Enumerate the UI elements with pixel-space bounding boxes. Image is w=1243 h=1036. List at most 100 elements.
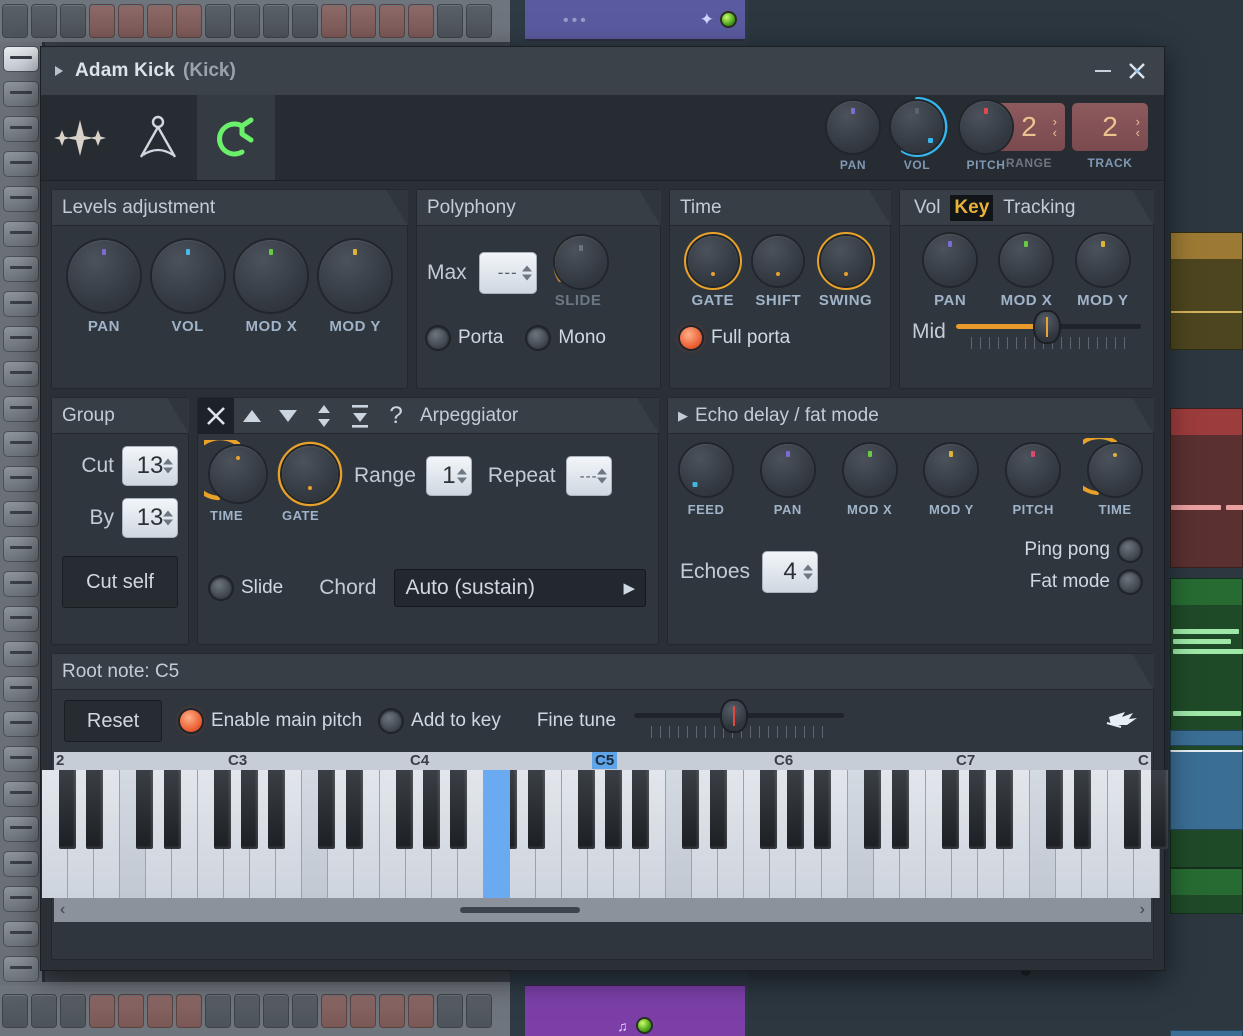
tab-tracking[interactable]: Tracking xyxy=(999,195,1079,221)
cut-group-input[interactable]: 13 xyxy=(122,446,178,486)
channel-button[interactable] xyxy=(3,781,39,807)
piano-black-key[interactable] xyxy=(892,770,910,850)
channel-button[interactable] xyxy=(3,676,39,702)
tracking-modx-knob[interactable] xyxy=(1000,234,1053,286)
step-pad[interactable] xyxy=(321,993,347,1028)
step-pad[interactable] xyxy=(437,993,463,1028)
piano-black-key[interactable] xyxy=(136,770,154,850)
channel-button[interactable] xyxy=(3,571,39,597)
tracking-tabs[interactable]: Vol Key Tracking xyxy=(910,194,1079,221)
ping-pong-option[interactable]: Ping pong xyxy=(1024,539,1141,561)
arpeggiator-mode-icons[interactable]: ? Arpeggiator xyxy=(198,397,518,434)
echoes-input[interactable]: 4 xyxy=(762,551,819,593)
channel-button[interactable] xyxy=(3,711,39,737)
step-pad[interactable] xyxy=(350,4,376,38)
playlist-track-clip[interactable] xyxy=(1170,1030,1243,1036)
cut-by-input[interactable]: 13 xyxy=(122,498,178,538)
enable-main-pitch-radio[interactable] xyxy=(180,710,202,732)
tab-vol[interactable]: Vol xyxy=(910,195,944,221)
tracking-header[interactable]: Vol Key Tracking xyxy=(900,190,1154,226)
piano-black-key[interactable] xyxy=(423,770,441,850)
root-note-key-highlight[interactable] xyxy=(484,770,510,898)
arp-updown-icon[interactable] xyxy=(306,398,342,434)
arp-gate-knob[interactable] xyxy=(282,446,338,502)
tracking-mody-knob[interactable] xyxy=(1076,234,1129,286)
playlist-track-clip[interactable] xyxy=(1170,750,1243,830)
gate-knob-cell[interactable]: GATE xyxy=(683,232,742,309)
step-pad[interactable] xyxy=(118,993,144,1028)
step-pad[interactable] xyxy=(292,993,318,1028)
step-pad[interactable] xyxy=(89,4,115,38)
piano-black-key[interactable] xyxy=(814,770,832,850)
arp-random-icon[interactable]: ? xyxy=(378,398,414,434)
piano-black-key[interactable] xyxy=(1046,770,1064,850)
arp-gate-cell[interactable]: GATE xyxy=(277,441,343,523)
tracking-knob-row[interactable]: PAN MOD X MOD Y xyxy=(912,234,1141,309)
levels-vol[interactable]: VOL xyxy=(151,240,224,335)
echo-pitch-knob[interactable] xyxy=(1007,444,1060,496)
step-pad[interactable] xyxy=(466,993,492,1028)
fat-mode-radio[interactable] xyxy=(1119,571,1141,593)
step-pad[interactable] xyxy=(31,993,57,1028)
piano-black-key[interactable] xyxy=(682,770,700,850)
channel-button[interactable] xyxy=(3,186,39,212)
porta-radio[interactable] xyxy=(427,327,449,349)
piano-black-key[interactable] xyxy=(969,770,987,850)
arp-time-cell[interactable]: TIME xyxy=(204,440,266,523)
echo-pitch-cell[interactable]: PITCH xyxy=(1007,444,1060,517)
toolbar-vol[interactable]: VOL xyxy=(886,95,948,172)
channel-button[interactable] xyxy=(3,816,39,842)
pan-knob[interactable] xyxy=(827,101,879,153)
step-pad[interactable] xyxy=(147,993,173,1028)
vol-knob[interactable] xyxy=(891,101,943,153)
wrench-tab[interactable] xyxy=(197,95,275,180)
cut-self-button[interactable]: Cut self xyxy=(62,556,178,608)
arp-time-knob[interactable] xyxy=(210,446,266,502)
echo-modx-cell[interactable]: MOD X xyxy=(843,444,896,517)
swing-knob-cell[interactable]: SWING xyxy=(816,232,875,309)
piano-black-key[interactable] xyxy=(396,770,414,850)
step-pad[interactable] xyxy=(350,993,376,1028)
echo-feed-knob[interactable] xyxy=(680,444,732,496)
piano-keyboard[interactable]: 2 C3 C4 C5 C6 C7 C ‹ › xyxy=(42,752,1169,922)
track-arrows-icon[interactable]: › ‹ xyxy=(1136,115,1140,139)
hand-cursor-icon[interactable] xyxy=(1103,703,1141,740)
piano-black-key[interactable] xyxy=(268,770,286,850)
tracking-pan-knob[interactable] xyxy=(924,234,977,286)
channel-button[interactable] xyxy=(3,361,39,387)
porta-option[interactable]: Porta xyxy=(427,327,503,349)
channel-button[interactable] xyxy=(3,466,39,492)
arp-down-icon[interactable] xyxy=(270,398,306,434)
arp-slide-option[interactable]: Slide xyxy=(210,577,283,599)
reset-button[interactable]: Reset xyxy=(64,700,162,742)
step-pad[interactable] xyxy=(89,993,115,1028)
fine-tune-thumb[interactable] xyxy=(722,701,747,731)
piano-black-key[interactable] xyxy=(59,770,77,850)
shift-knob[interactable] xyxy=(753,236,804,286)
mid-slider-thumb[interactable] xyxy=(1035,312,1060,342)
piano-black-key[interactable] xyxy=(164,770,182,850)
channel-button[interactable] xyxy=(3,501,39,527)
piano-black-key[interactable] xyxy=(1074,770,1092,850)
step-pad[interactable] xyxy=(263,993,289,1028)
step-pad[interactable] xyxy=(2,4,28,38)
levels-mody-knob[interactable] xyxy=(319,240,392,312)
piano-black-key[interactable] xyxy=(632,770,650,850)
step-pad[interactable] xyxy=(2,993,28,1028)
ping-pong-radio[interactable] xyxy=(1119,539,1141,561)
step-pad[interactable] xyxy=(234,4,260,38)
playlist-track-clip[interactable] xyxy=(1170,730,1243,746)
step-pad[interactable] xyxy=(437,4,463,38)
envelope-tab[interactable] xyxy=(119,95,197,180)
step-pad[interactable] xyxy=(176,993,202,1028)
step-sequencer-bottom[interactable] xyxy=(0,985,510,1036)
expand-arrow-icon[interactable] xyxy=(55,66,63,76)
piano-horizontal-scrollbar[interactable]: ‹ › xyxy=(54,898,1151,922)
step-pad[interactable] xyxy=(205,993,231,1028)
step-pad[interactable] xyxy=(60,4,86,38)
minimize-button[interactable] xyxy=(1086,54,1120,88)
track-value[interactable]: 2 xyxy=(1102,111,1118,143)
arp-off-icon[interactable] xyxy=(198,397,234,434)
arp-range-input[interactable]: 1 xyxy=(425,456,472,496)
step-pad[interactable] xyxy=(118,4,144,38)
